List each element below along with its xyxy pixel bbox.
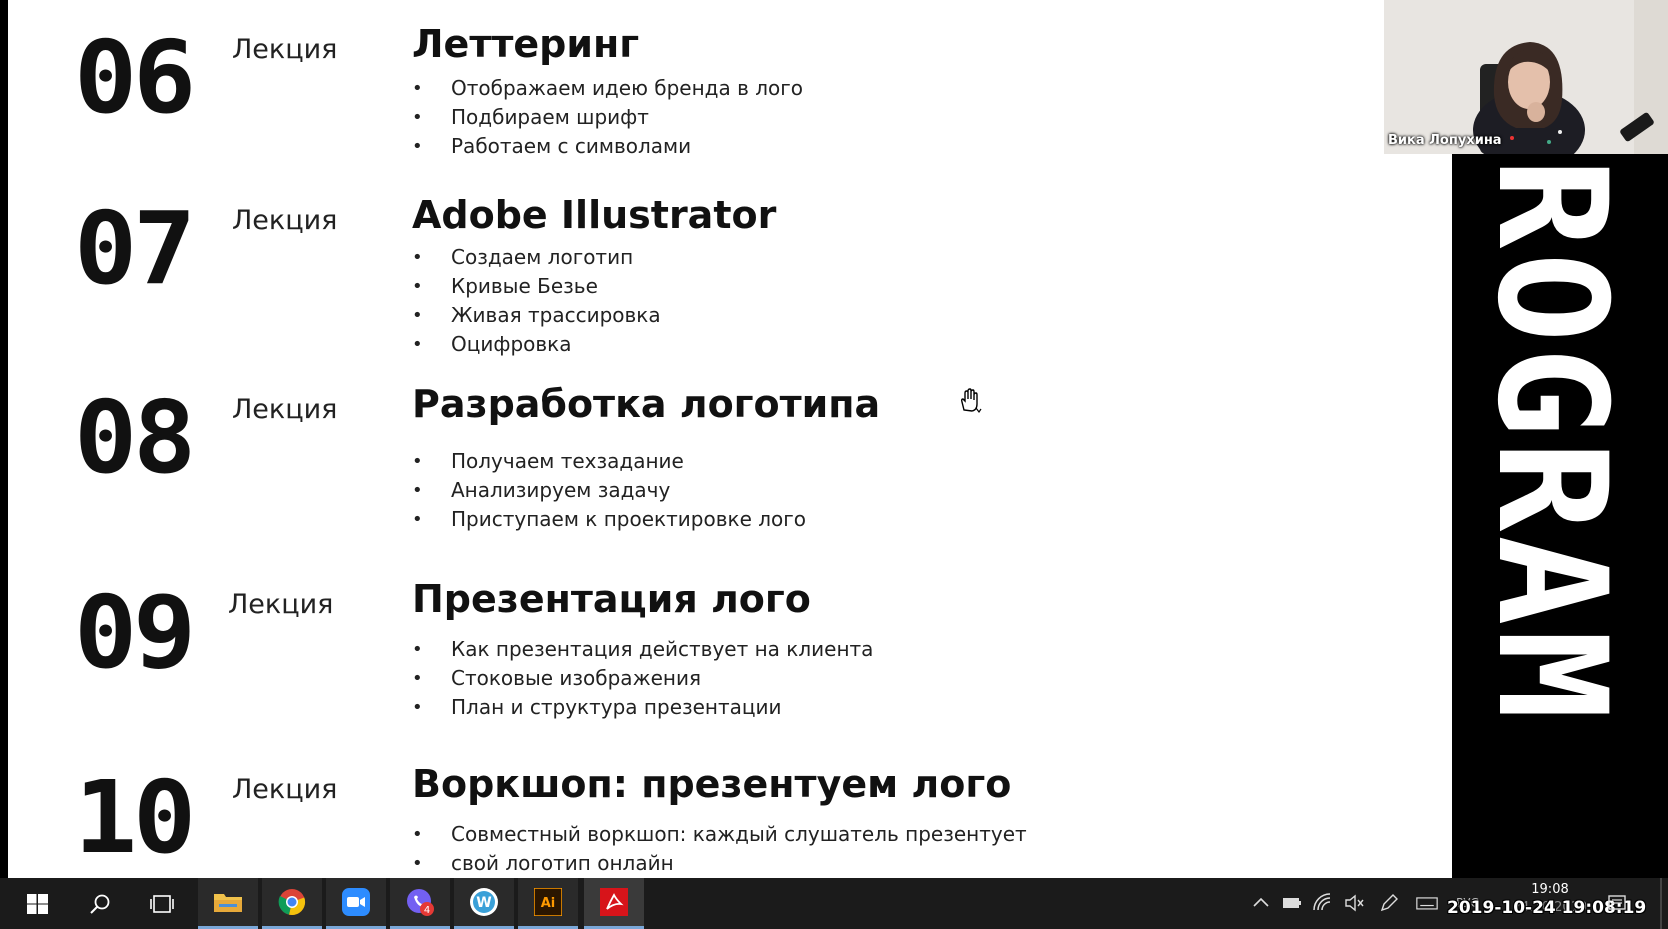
bullet-item: Анализируем задачу [412, 476, 806, 505]
bullet-item: Стоковые изображения [412, 664, 873, 693]
start-button[interactable] [8, 878, 68, 929]
taskbar-app-viber[interactable]: 4 [390, 878, 450, 929]
w-label: W [476, 895, 491, 911]
battery-icon[interactable] [1281, 892, 1303, 914]
participant-name: Вика Лопухина [1388, 133, 1502, 148]
windows-taskbar: 4 W Ai РУС 19:08 24.10.2019 2019-10-24 1… [0, 878, 1668, 929]
bullet-item: Совместный воркшоп: каждый слушатель пре… [412, 820, 1027, 849]
participant-video [1384, 0, 1668, 154]
show-hidden-icons-button[interactable] [1250, 892, 1272, 914]
lecture-label: Лекция [232, 34, 338, 65]
hand-cursor-icon [960, 388, 982, 414]
bullet-item: Получаем техзадание [412, 447, 806, 476]
lecture-label: Лекция [232, 205, 338, 236]
illustrator-icon: Ai [534, 888, 562, 916]
bullet-item: План и структура презентации [412, 693, 873, 722]
webcam-video: Вика Лопухина [1384, 0, 1668, 154]
bullet-item: Подбираем шрифт [412, 103, 803, 132]
taskbar-app-w[interactable]: W [454, 878, 514, 929]
taskbar-app-chrome[interactable] [262, 878, 322, 929]
bullet-item: свой логотип онлайн [412, 849, 1027, 878]
clock-time[interactable]: 19:08 [1510, 882, 1590, 897]
brand-vertical-strip: ROGRAM [1452, 150, 1668, 878]
w-icon: W [470, 888, 498, 916]
lecture-label: Лекция [228, 589, 334, 620]
lecture-bullets: Создаем логотип Кривые Безье Живая трасс… [412, 243, 661, 359]
lecture-number: 10 [74, 759, 196, 876]
taskbar-app-zoom[interactable] [326, 878, 386, 929]
chrome-icon [278, 889, 306, 915]
lecture-number: 06 [74, 19, 196, 136]
taskbar-app-illustrator[interactable]: Ai [518, 878, 578, 929]
viber-icon: 4 [407, 889, 434, 916]
lecture-label: Лекция [232, 394, 338, 425]
wifi-icon[interactable] [1312, 892, 1334, 914]
show-desktop-button[interactable] [1660, 878, 1662, 929]
search-icon [90, 894, 110, 914]
task-view-button[interactable] [132, 878, 192, 929]
lecture-label: Лекция [232, 774, 338, 805]
lecture-title: Adobe Illustrator [412, 193, 777, 237]
pen-icon[interactable] [1378, 892, 1400, 914]
windows-logo-icon [27, 893, 48, 914]
task-view-icon [150, 894, 174, 913]
lecture-bullets: Совместный воркшоп: каждый слушатель пре… [412, 820, 1027, 878]
bullet-item: Оцифровка [412, 330, 661, 359]
lecture-number: 07 [74, 190, 196, 307]
bullet-item: Кривые Безье [412, 272, 661, 301]
taskbar-app-acrobat[interactable] [584, 878, 644, 929]
lecture-bullets: Отображаем идею бренда в лого Подбираем … [412, 74, 803, 161]
folder-icon [214, 894, 242, 912]
bullet-item: Создаем логотип [412, 243, 661, 272]
lecture-title: Леттеринг [412, 22, 640, 66]
bullet-item: Приступаем к проектировке лого [412, 505, 806, 534]
zoom-icon [342, 888, 370, 916]
bullet-item: Отображаем идею бренда в лого [412, 74, 803, 103]
taskbar-app-file-explorer[interactable] [198, 878, 258, 929]
brand-text: ROGRAM [1464, 158, 1638, 724]
lecture-title: Воркшоп: презентуем лого [412, 762, 1012, 806]
volume-muted-icon[interactable] [1343, 892, 1365, 914]
bullet-item: Работаем с символами [412, 132, 803, 161]
bullet-item: Живая трассировка [412, 301, 661, 330]
bullet-item: Как презентация действует на клиента [412, 635, 873, 664]
lecture-title: Разработка логотипа [412, 382, 881, 426]
illustrator-label: Ai [541, 896, 556, 911]
search-button[interactable] [70, 878, 130, 929]
lecture-bullets: Как презентация действует на клиента Сто… [412, 635, 873, 722]
keyboard-icon[interactable] [1416, 892, 1438, 914]
lecture-number: 08 [74, 379, 196, 496]
acrobat-icon [600, 888, 628, 916]
presentation-slide: 06 Лекция Леттеринг Отображаем идею брен… [8, 0, 1452, 878]
lecture-number: 09 [74, 574, 196, 691]
lecture-bullets: Получаем техзадание Анализируем задачу П… [412, 447, 806, 534]
notifications-icon[interactable] [1606, 892, 1628, 914]
lecture-title: Презентация лого [412, 577, 811, 621]
viber-badge: 4 [424, 905, 430, 916]
